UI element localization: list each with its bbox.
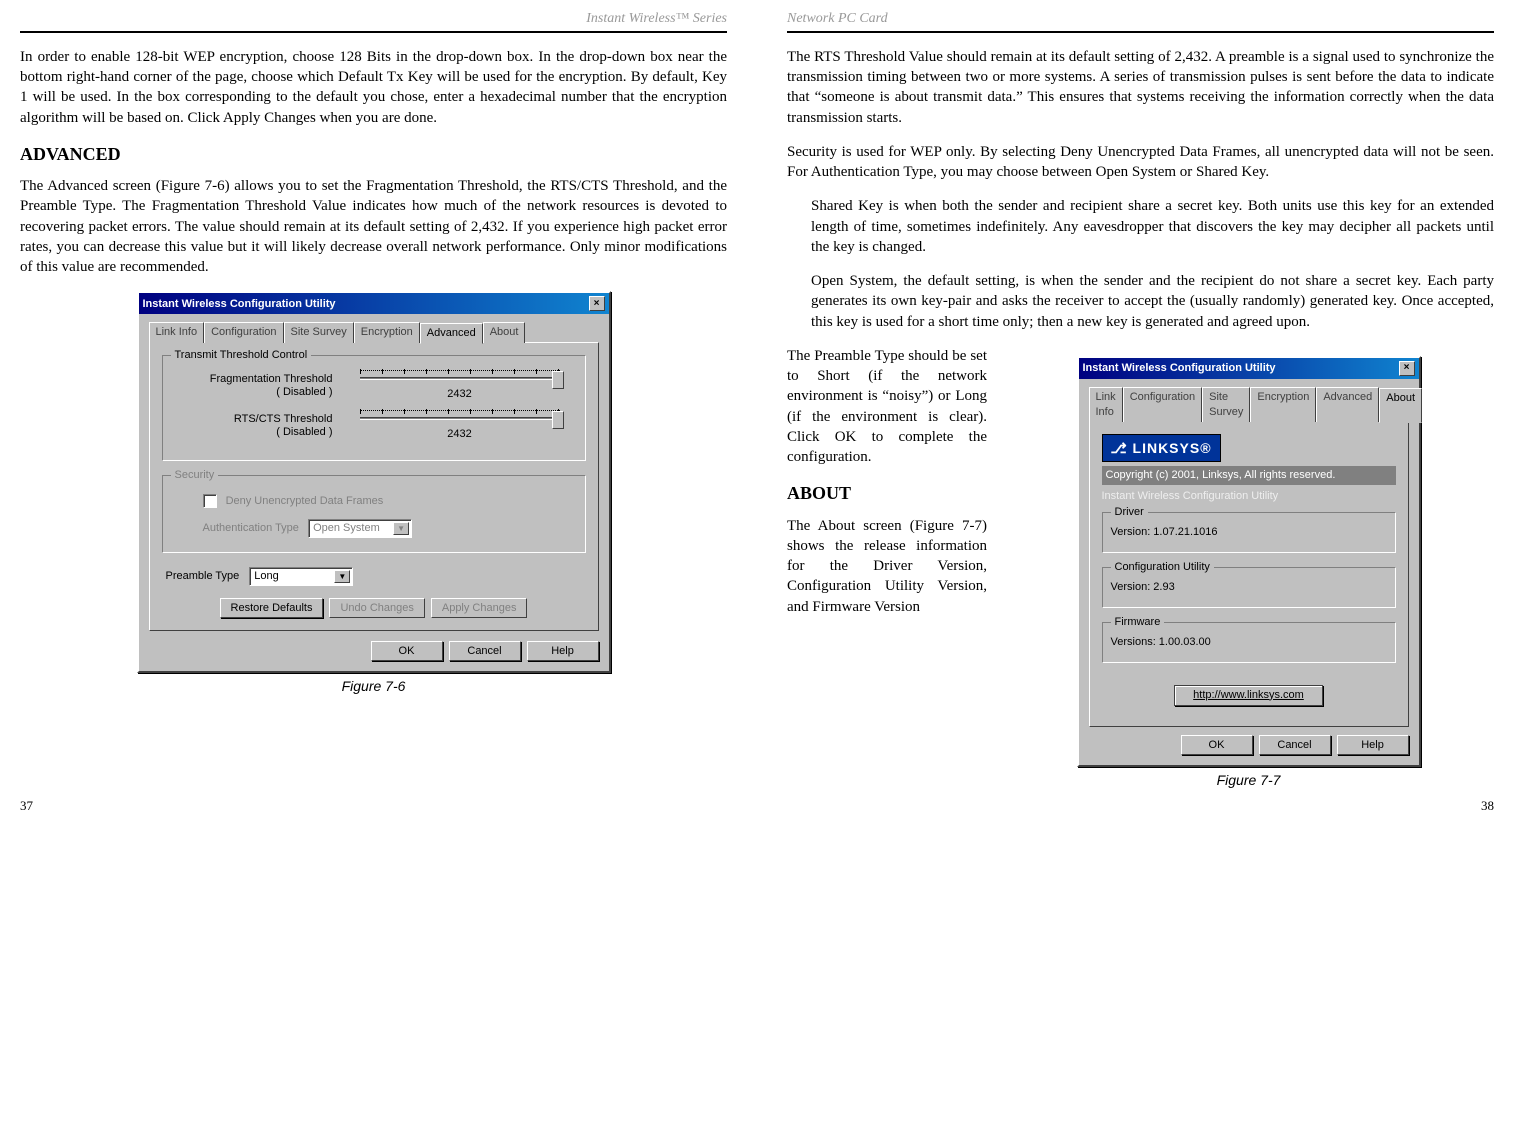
rts-threshold-row: RTS/CTS Threshold ( Disabled ) 2432	[173, 410, 575, 442]
tab-encryption[interactable]: Encryption	[1250, 387, 1316, 422]
linksys-link[interactable]: http://www.linksys.com	[1174, 685, 1323, 706]
firmware-version: Versions: 1.00.03.00	[1111, 635, 1387, 650]
advanced-dialog: Instant Wireless Configuration Utility ×…	[137, 291, 611, 672]
ok-button[interactable]: OK	[371, 641, 443, 661]
figure-caption: Figure 7-6	[20, 677, 727, 696]
fragmentation-slider[interactable]	[360, 370, 560, 385]
button-row-1: Restore Defaults Undo Changes Apply Chan…	[162, 598, 586, 618]
undo-changes-button[interactable]: Undo Changes	[329, 598, 424, 618]
tab-about[interactable]: About	[483, 322, 526, 343]
rts-slider[interactable]	[360, 410, 560, 425]
tab-advanced[interactable]: Advanced	[420, 323, 483, 344]
cancel-button[interactable]: Cancel	[449, 641, 521, 661]
heading-advanced: ADVANCED	[20, 142, 727, 166]
tab-encryption[interactable]: Encryption	[354, 322, 420, 343]
group-legend: Security	[171, 468, 219, 483]
linksys-logo: ⎇ LINKSYS®	[1102, 434, 1221, 463]
rts-value: 2432	[447, 427, 471, 442]
paragraph: Open System, the default setting, is whe…	[811, 271, 1494, 332]
auth-type-label: Authentication Type	[203, 522, 299, 534]
fragmentation-threshold-row: Fragmentation Threshold ( Disabled ) 243…	[173, 370, 575, 402]
checkbox-icon[interactable]	[203, 494, 217, 508]
help-button[interactable]: Help	[1337, 735, 1409, 755]
paragraph: Shared Key is when both the sender and r…	[811, 196, 1494, 257]
paragraph: In order to enable 128-bit WEP encryptio…	[20, 47, 727, 128]
preamble-select[interactable]: Long ▼	[249, 567, 353, 586]
about-dialog: Instant Wireless Configuration Utility ×…	[1077, 356, 1421, 767]
fragmentation-label: Fragmentation Threshold ( Disabled )	[173, 373, 345, 399]
cancel-button[interactable]: Cancel	[1259, 735, 1331, 755]
dialog-title: Instant Wireless Configuration Utility	[1083, 361, 1276, 376]
fragmentation-value: 2432	[447, 387, 471, 402]
paragraph: Security is used for WEP only. By select…	[787, 142, 1494, 183]
dialog-title: Instant Wireless Configuration Utility	[143, 297, 336, 312]
chevron-down-icon: ▼	[338, 572, 346, 583]
dialog-tabs: Link Info Configuration Site Survey Encr…	[149, 322, 599, 343]
preamble-value: Long	[254, 570, 278, 582]
advanced-tab-panel: Transmit Threshold Control Fragmentation…	[149, 342, 599, 630]
paragraph: The RTS Threshold Value should remain at…	[787, 47, 1494, 128]
preamble-about-row: The Preamble Type should be set to Short…	[787, 346, 1494, 790]
two-page-spread: Instant Wireless™ Series In order to ena…	[20, 10, 1494, 789]
deny-unencrypted-label: Deny Unencrypted Data Frames	[226, 495, 384, 507]
dialog-tabs: Link Info Configuration Site Survey Encr…	[1089, 387, 1409, 422]
dialog-titlebar: Instant Wireless Configuration Utility ×	[139, 293, 609, 314]
chevron-down-icon: ▼	[397, 524, 405, 535]
group-security: Security Deny Unencrypted Data Frames Au…	[162, 475, 586, 553]
group-legend: Firmware	[1111, 615, 1165, 630]
subtitle-line: Instant Wireless Configuration Utility	[1102, 489, 1396, 504]
page-header-left: Instant Wireless™ Series	[20, 10, 727, 33]
page-number-left: 37	[20, 797, 33, 815]
paragraph: The Advanced screen (Figure 7-6) allows …	[20, 176, 727, 277]
help-button[interactable]: Help	[527, 641, 599, 661]
heading-about: ABOUT	[787, 481, 987, 505]
driver-version: Version: 1.07.21.1016	[1111, 525, 1387, 540]
slider-thumb-icon[interactable]	[552, 411, 564, 429]
close-icon[interactable]: ×	[1399, 361, 1415, 376]
paragraph: The About screen (Figure 7-7) shows the …	[787, 516, 987, 617]
preamble-row: Preamble Type Long ▼	[166, 567, 586, 586]
tab-configuration[interactable]: Configuration	[204, 322, 283, 343]
auth-type-row: Authentication Type Open System ▼	[203, 519, 575, 538]
apply-changes-button[interactable]: Apply Changes	[431, 598, 528, 618]
page-left: Instant Wireless™ Series In order to ena…	[20, 10, 727, 789]
tab-advanced[interactable]: Advanced	[1316, 387, 1379, 422]
figure-caption: Figure 7-7	[1003, 771, 1494, 790]
auth-type-select[interactable]: Open System ▼	[308, 519, 412, 538]
rts-label: RTS/CTS Threshold ( Disabled )	[173, 413, 345, 439]
dialog-titlebar: Instant Wireless Configuration Utility ×	[1079, 358, 1419, 379]
group-legend: Transmit Threshold Control	[171, 348, 312, 363]
group-legend: Driver	[1111, 505, 1148, 520]
group-legend: Configuration Utility	[1111, 560, 1214, 575]
button-row-2: OK Cancel Help	[149, 641, 599, 661]
restore-defaults-button[interactable]: Restore Defaults	[220, 598, 324, 618]
copyright-line: Copyright (c) 2001, Linksys, All rights …	[1102, 466, 1396, 485]
group-firmware: Firmware Versions: 1.00.03.00	[1102, 622, 1396, 663]
auth-type-value: Open System	[313, 522, 380, 534]
group-driver: Driver Version: 1.07.21.1016	[1102, 512, 1396, 553]
tab-link-info[interactable]: Link Info	[149, 322, 205, 343]
tab-site-survey[interactable]: Site Survey	[1202, 387, 1250, 422]
page-footer: 37 38	[20, 797, 1494, 815]
paragraph: The Preamble Type should be set to Short…	[787, 346, 987, 468]
ok-button[interactable]: OK	[1181, 735, 1253, 755]
about-tab-panel: ⎇ LINKSYS® Copyright (c) 2001, Linksys, …	[1089, 421, 1409, 727]
page-right: Network PC Card The RTS Threshold Value …	[787, 10, 1494, 789]
page-number-right: 38	[1481, 797, 1494, 815]
preamble-label: Preamble Type	[166, 569, 240, 584]
deny-unencrypted-row: Deny Unencrypted Data Frames	[203, 494, 575, 509]
tab-configuration[interactable]: Configuration	[1123, 387, 1202, 422]
group-transmit-threshold: Transmit Threshold Control Fragmentation…	[162, 355, 586, 461]
tab-about[interactable]: About	[1379, 388, 1422, 423]
slider-thumb-icon[interactable]	[552, 371, 564, 389]
tab-site-survey[interactable]: Site Survey	[284, 322, 354, 343]
config-version: Version: 2.93	[1111, 580, 1387, 595]
close-icon[interactable]: ×	[589, 296, 605, 311]
group-config-utility: Configuration Utility Version: 2.93	[1102, 567, 1396, 608]
button-row: OK Cancel Help	[1089, 735, 1409, 755]
tab-link-info[interactable]: Link Info	[1089, 387, 1123, 422]
page-header-right: Network PC Card	[787, 10, 1494, 33]
